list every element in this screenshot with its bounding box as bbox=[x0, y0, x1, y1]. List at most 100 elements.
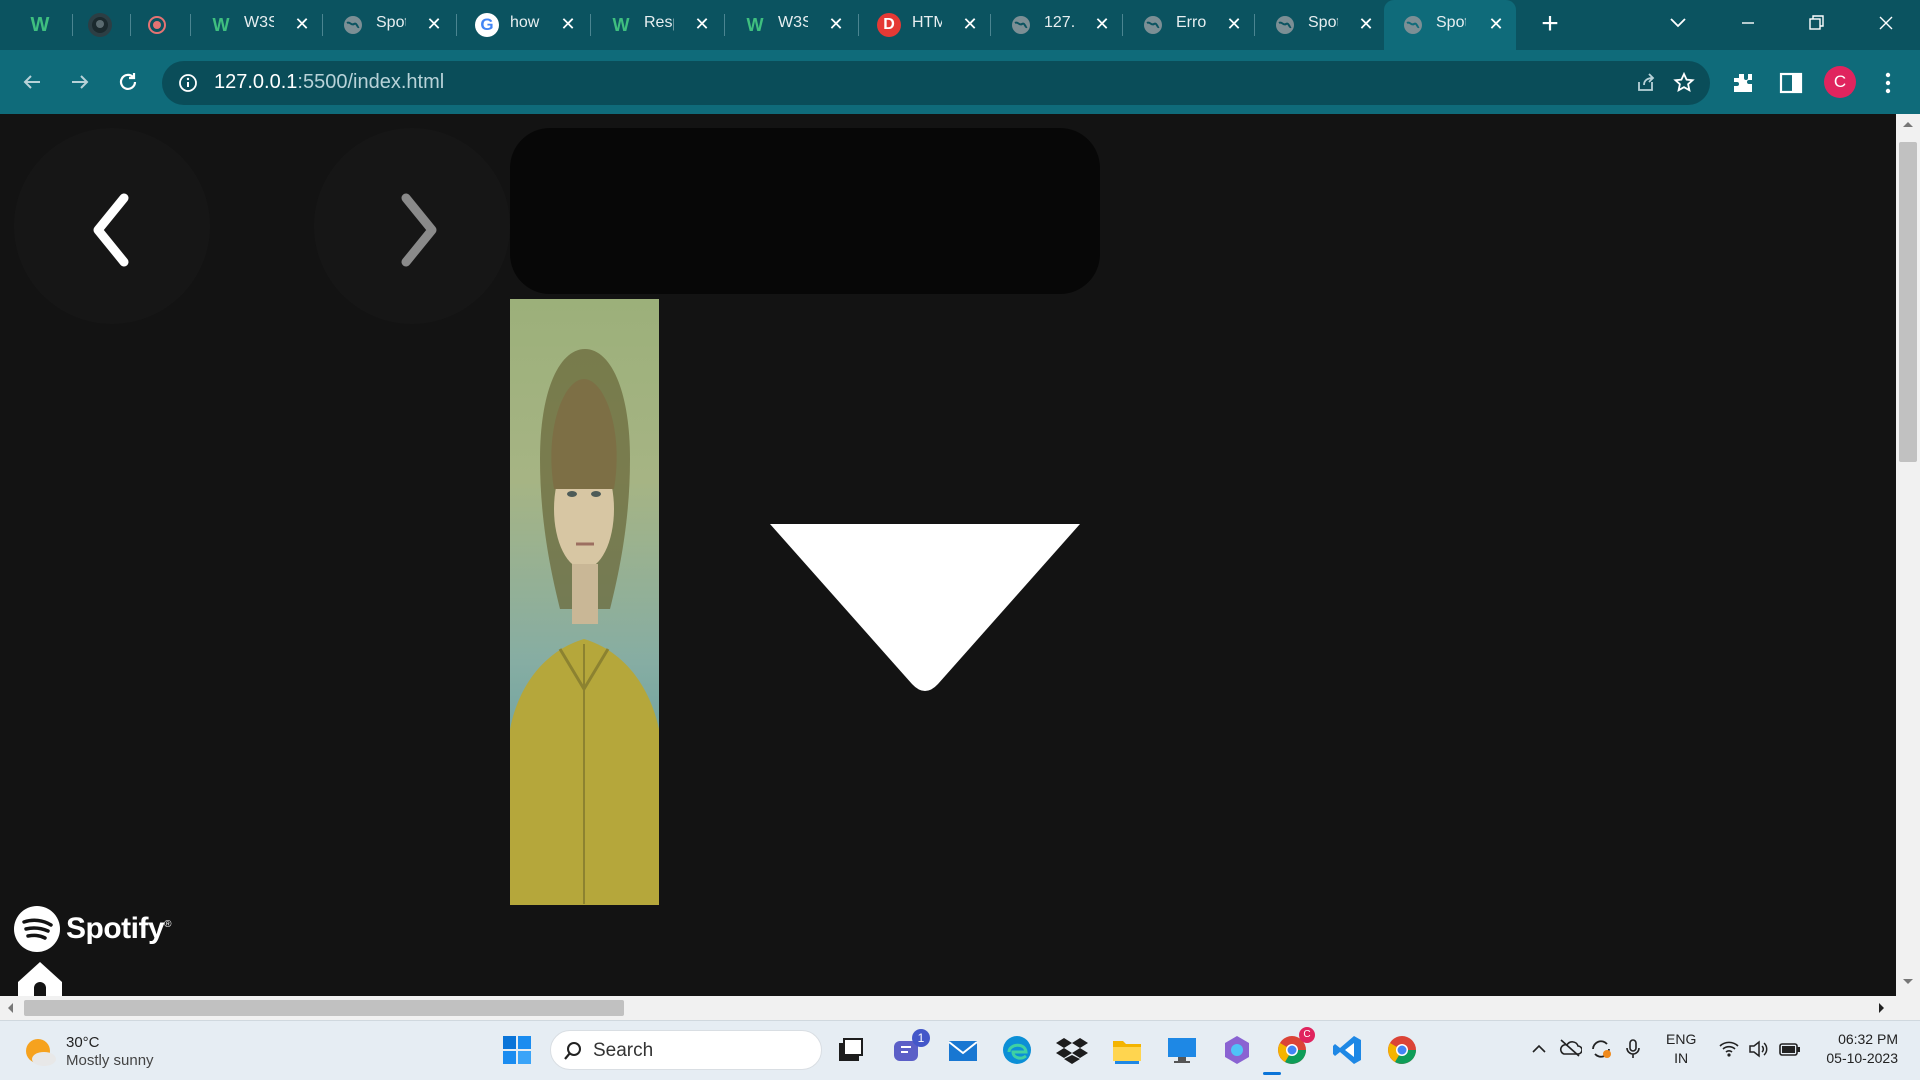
close-icon bbox=[1879, 16, 1893, 30]
microphone-icon[interactable] bbox=[1625, 1038, 1641, 1060]
tab-error[interactable]: Error ✕ bbox=[1124, 0, 1254, 50]
w3schools-icon: W bbox=[212, 14, 230, 35]
tab-w3s-2[interactable]: W W3S ✕ bbox=[726, 0, 856, 50]
tab-separator bbox=[858, 14, 859, 36]
globe-icon bbox=[1401, 13, 1425, 37]
top-bar-panel bbox=[510, 128, 1100, 294]
url-text[interactable]: 127.0.0.1:5500/index.html bbox=[214, 71, 444, 94]
restore-button[interactable] bbox=[1796, 8, 1836, 38]
wifi-icon[interactable] bbox=[1718, 1040, 1740, 1058]
side-panel-icon[interactable] bbox=[1778, 70, 1804, 96]
tab-resp[interactable]: W Resp ✕ bbox=[592, 0, 722, 50]
reload-button[interactable] bbox=[110, 64, 146, 100]
spotify-logo[interactable]: Spotify ® bbox=[12, 905, 172, 953]
close-icon[interactable]: ✕ bbox=[294, 15, 310, 33]
tab-google-how[interactable]: G how ✕ bbox=[458, 0, 588, 50]
portrait-illustration bbox=[510, 349, 659, 905]
language-code: ENG bbox=[1666, 1031, 1697, 1047]
tab-spot-2[interactable]: Spot ✕ bbox=[1256, 0, 1386, 50]
chrome-profile-button[interactable]: C bbox=[1275, 1027, 1315, 1067]
weather-widget[interactable]: 30°C Mostly sunny bbox=[22, 1034, 154, 1070]
vscode-icon bbox=[1333, 1036, 1361, 1064]
w3schools-icon: W bbox=[746, 14, 764, 35]
back-nav-circle[interactable] bbox=[14, 128, 210, 324]
close-icon[interactable]: ✕ bbox=[1358, 15, 1374, 33]
edge-button[interactable] bbox=[1000, 1033, 1034, 1067]
tab-spot-1[interactable]: Spot ✕ bbox=[324, 0, 454, 50]
mail-button[interactable] bbox=[946, 1033, 980, 1067]
weather-desc: Mostly sunny bbox=[66, 1052, 154, 1069]
extensions-icon[interactable] bbox=[1730, 70, 1756, 96]
share-icon[interactable] bbox=[1634, 71, 1658, 95]
tab-title: how bbox=[510, 14, 540, 31]
dropbox-button[interactable] bbox=[1055, 1033, 1089, 1067]
more-menu-icon[interactable] bbox=[1876, 70, 1900, 96]
scroll-right-icon[interactable] bbox=[1876, 1000, 1888, 1016]
spotify-registered-mark: ® bbox=[164, 918, 172, 930]
url-host: 127.0.0.1 bbox=[214, 71, 298, 93]
profile-avatar[interactable]: C bbox=[1824, 66, 1856, 98]
vscode-button[interactable] bbox=[1330, 1033, 1364, 1067]
dropbox-icon bbox=[1056, 1038, 1088, 1064]
tab-htm[interactable]: D HTM ✕ bbox=[860, 0, 990, 50]
scroll-up-icon[interactable] bbox=[1900, 118, 1916, 130]
sync-icon[interactable] bbox=[1589, 1038, 1613, 1060]
mail-icon bbox=[948, 1041, 978, 1061]
task-view-button[interactable] bbox=[834, 1033, 868, 1067]
language-indicator[interactable]: ENG IN bbox=[1666, 1030, 1696, 1068]
horizontal-scroll-thumb[interactable] bbox=[24, 1000, 624, 1016]
scroll-left-icon[interactable] bbox=[4, 1000, 16, 1016]
tab-spot-active[interactable]: Spot ✕ bbox=[1384, 0, 1516, 50]
battery-icon[interactable] bbox=[1778, 1040, 1802, 1058]
tab-search-button[interactable] bbox=[1658, 8, 1698, 38]
close-icon[interactable]: ✕ bbox=[426, 15, 442, 33]
tab-title: Spot bbox=[376, 14, 406, 31]
record-icon bbox=[145, 13, 169, 37]
edge-icon bbox=[1003, 1036, 1031, 1064]
teams-button[interactable]: 1 bbox=[890, 1029, 930, 1067]
close-icon[interactable]: ✕ bbox=[1094, 15, 1110, 33]
chevron-up-icon[interactable] bbox=[1530, 1040, 1548, 1058]
new-tab-button[interactable]: + bbox=[1536, 9, 1564, 39]
bookmark-star-icon[interactable] bbox=[1672, 71, 1696, 95]
tab-w3schools[interactable]: W bbox=[20, 0, 70, 50]
back-button[interactable] bbox=[14, 64, 50, 100]
close-icon[interactable]: ✕ bbox=[694, 15, 710, 33]
onedrive-icon[interactable] bbox=[1558, 1038, 1582, 1058]
minimize-button[interactable] bbox=[1728, 8, 1768, 38]
tab-title: Spot bbox=[1308, 14, 1338, 31]
scroll-down-icon[interactable] bbox=[1900, 976, 1916, 988]
chrome-button[interactable] bbox=[1385, 1033, 1419, 1067]
remote-desktop-button[interactable] bbox=[1165, 1033, 1199, 1067]
vertical-scroll-thumb[interactable] bbox=[1899, 142, 1917, 462]
file-explorer-button[interactable] bbox=[1110, 1033, 1144, 1067]
reload-icon bbox=[119, 73, 137, 90]
close-icon[interactable]: ✕ bbox=[1226, 15, 1242, 33]
copilot-button[interactable] bbox=[1220, 1033, 1254, 1067]
forward-button[interactable] bbox=[62, 64, 98, 100]
home-icon[interactable] bbox=[16, 960, 64, 996]
clock[interactable]: 06:32 PM 05-10-2023 bbox=[1818, 1030, 1898, 1068]
tab-github[interactable] bbox=[78, 0, 128, 50]
active-app-indicator bbox=[1263, 1072, 1281, 1075]
dropdown-triangle-icon[interactable] bbox=[770, 524, 1080, 694]
close-window-button[interactable] bbox=[1866, 8, 1906, 38]
tab-separator bbox=[72, 14, 73, 36]
copilot-icon bbox=[1225, 1036, 1249, 1064]
tab-127[interactable]: 127. ✕ bbox=[992, 0, 1122, 50]
taskbar-search[interactable]: Search bbox=[550, 1030, 822, 1070]
chrome-icon bbox=[1388, 1036, 1416, 1064]
d-icon: D bbox=[877, 13, 901, 37]
tab-w3s-1[interactable]: W W3S ✕ bbox=[192, 0, 322, 50]
volume-icon[interactable] bbox=[1748, 1040, 1770, 1058]
start-button[interactable] bbox=[500, 1033, 534, 1067]
info-icon[interactable] bbox=[178, 73, 198, 93]
close-icon[interactable]: ✕ bbox=[560, 15, 576, 33]
close-icon[interactable]: ✕ bbox=[962, 15, 978, 33]
tab-record[interactable] bbox=[135, 0, 185, 50]
close-icon[interactable]: ✕ bbox=[1488, 15, 1504, 33]
arrow-left-icon bbox=[23, 75, 40, 89]
tab-title: 127. bbox=[1044, 14, 1074, 31]
forward-nav-circle[interactable] bbox=[314, 128, 510, 324]
close-icon[interactable]: ✕ bbox=[828, 15, 844, 33]
